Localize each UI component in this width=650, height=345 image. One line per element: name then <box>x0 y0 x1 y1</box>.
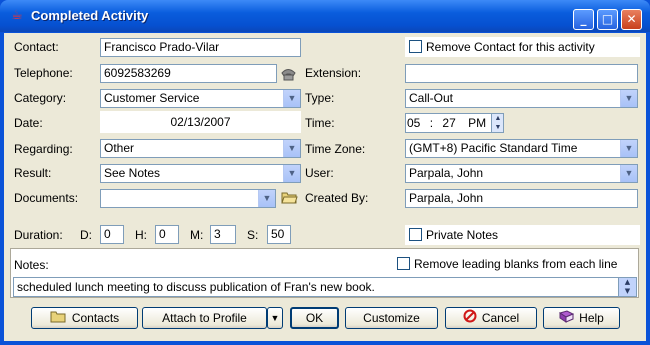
notes-text: scheduled lunch meeting to discuss publi… <box>17 280 375 294</box>
time-spinner[interactable]: 05 : 27 PM ▲ ▼ <box>405 113 504 133</box>
duration-hours-field[interactable]: 0 <box>155 225 179 244</box>
help-book-icon <box>558 309 575 329</box>
extension-label: Extension: <box>305 66 362 80</box>
cancel-button-label: Cancel <box>481 311 520 325</box>
category-label: Category: <box>14 91 67 105</box>
ok-button[interactable]: OK <box>290 307 339 329</box>
result-select[interactable]: See Notes ▼ <box>100 164 301 183</box>
result-value: See Notes <box>104 166 161 180</box>
chevron-down-icon[interactable]: ▼ <box>283 140 300 157</box>
regarding-label: Regarding: <box>14 142 73 156</box>
duration-seconds-field[interactable]: 50 <box>267 225 291 244</box>
type-value: Call-Out <box>409 91 454 105</box>
duration-days-label: D: <box>80 228 92 242</box>
maximize-icon: □ <box>601 12 614 26</box>
timezone-label: Time Zone: <box>305 142 366 156</box>
chevron-down-icon[interactable]: ▼ <box>283 90 300 107</box>
regarding-value: Other <box>104 141 135 155</box>
type-select[interactable]: Call-Out ▼ <box>405 89 638 108</box>
category-select[interactable]: Customer Service ▼ <box>100 89 301 108</box>
category-value: Customer Service <box>104 91 200 105</box>
window-title: Completed Activity <box>31 8 149 23</box>
scroll-up-icon[interactable]: ▲ <box>619 278 636 287</box>
telephone-label: Telephone: <box>14 66 73 80</box>
checkbox-box[interactable] <box>409 228 422 241</box>
scroll-down-icon[interactable]: ▼ <box>619 287 636 296</box>
time-hour[interactable]: 05 <box>407 116 420 130</box>
cancel-icon <box>463 309 477 329</box>
date-label: Date: <box>14 116 43 130</box>
created-by-label: Created By: <box>305 191 369 205</box>
time-ampm[interactable]: PM <box>468 116 486 130</box>
attach-to-profile-button[interactable]: Attach to Profile <box>142 307 267 329</box>
customize-button-label: Customize <box>363 311 420 325</box>
time-minute[interactable]: 27 <box>442 116 455 130</box>
private-notes-checkbox[interactable]: Private Notes <box>405 225 640 245</box>
documents-label: Documents: <box>14 191 79 205</box>
help-button[interactable]: Help <box>543 307 620 329</box>
notes-scrollbar[interactable]: ▲ ▼ <box>618 278 636 296</box>
customize-button[interactable]: Customize <box>345 307 438 329</box>
type-label: Type: <box>305 91 335 105</box>
remove-contact-label: Remove Contact for this activity <box>426 40 595 54</box>
folder-icon <box>50 309 67 329</box>
contact-field[interactable]: Francisco Prado-Vilar <box>100 38 301 57</box>
telephone-field[interactable]: 6092583269 <box>100 64 277 83</box>
chevron-down-icon[interactable]: ▼ <box>258 190 275 207</box>
remove-blanks-checkbox[interactable]: Remove leading blanks from each line <box>393 254 634 274</box>
user-value: Parpala, John <box>409 166 484 180</box>
attach-dropdown-button[interactable]: ▼ <box>267 307 283 329</box>
maximize-button[interactable]: □ <box>597 9 618 30</box>
date-field[interactable]: 02/13/2007 <box>100 111 301 133</box>
dialog-window: ☕ Completed Activity _ □ ✕ Contact: Fran… <box>0 0 650 345</box>
dialog-body: Contact: Francisco Prado-Vilar Remove Co… <box>4 33 646 341</box>
notes-label: Notes: <box>14 258 49 272</box>
duration-days-field[interactable]: 0 <box>100 225 124 244</box>
user-select[interactable]: Parpala, John ▼ <box>405 164 638 183</box>
user-label: User: <box>305 166 334 180</box>
chevron-down-icon[interactable]: ▼ <box>620 90 637 107</box>
dropdown-arrow-icon: ▼ <box>270 313 280 323</box>
documents-select[interactable]: ▼ <box>100 189 276 208</box>
duration-minutes-label: M: <box>190 228 204 242</box>
minimize-button[interactable]: _ <box>573 9 594 30</box>
cancel-button[interactable]: Cancel <box>445 307 537 329</box>
private-notes-label: Private Notes <box>426 228 499 242</box>
contact-label: Contact: <box>14 40 59 54</box>
title-bar[interactable]: ☕ Completed Activity _ □ ✕ <box>0 0 650 32</box>
remove-contact-checkbox[interactable]: Remove Contact for this activity <box>405 37 640 57</box>
checkbox-box[interactable] <box>409 40 422 53</box>
time-label: Time: <box>305 116 335 130</box>
chevron-down-icon[interactable]: ▼ <box>283 165 300 182</box>
help-button-label: Help <box>579 311 604 325</box>
ok-button-label: OK <box>305 311 324 325</box>
duration-minutes-field[interactable]: 3 <box>210 225 236 244</box>
chevron-down-icon[interactable]: ▼ <box>620 165 637 182</box>
time-separator: : <box>429 116 434 130</box>
timezone-value: (GMT+8) Pacific Standard Time <box>409 141 578 155</box>
contacts-button[interactable]: Contacts <box>31 307 138 329</box>
spin-up-icon[interactable]: ▲ <box>491 114 503 123</box>
close-button[interactable]: ✕ <box>621 9 642 30</box>
close-icon: ✕ <box>626 12 637 26</box>
duration-hours-label: H: <box>135 228 147 242</box>
checkbox-box[interactable] <box>397 257 410 270</box>
duration-label: Duration: <box>14 228 63 242</box>
regarding-select[interactable]: Other ▼ <box>100 139 301 158</box>
remove-blanks-label: Remove leading blanks from each line <box>414 257 618 271</box>
duration-seconds-label: S: <box>247 228 259 242</box>
notes-textarea[interactable]: scheduled lunch meeting to discuss publi… <box>13 277 637 297</box>
contacts-button-label: Contacts <box>71 311 120 325</box>
attach-button-label: Attach to Profile <box>162 311 247 325</box>
minimize-icon: _ <box>580 12 587 26</box>
created-by-field: Parpala, John <box>405 189 638 208</box>
chevron-down-icon[interactable]: ▼ <box>620 140 637 157</box>
coffee-cup-icon: ☕ <box>11 8 23 23</box>
spin-down-icon[interactable]: ▼ <box>491 123 503 132</box>
timezone-select[interactable]: (GMT+8) Pacific Standard Time ▼ <box>405 139 638 158</box>
phone-icon[interactable] <box>280 66 297 81</box>
extension-field[interactable] <box>405 64 638 83</box>
result-label: Result: <box>14 166 52 180</box>
folder-icon[interactable] <box>281 190 298 205</box>
